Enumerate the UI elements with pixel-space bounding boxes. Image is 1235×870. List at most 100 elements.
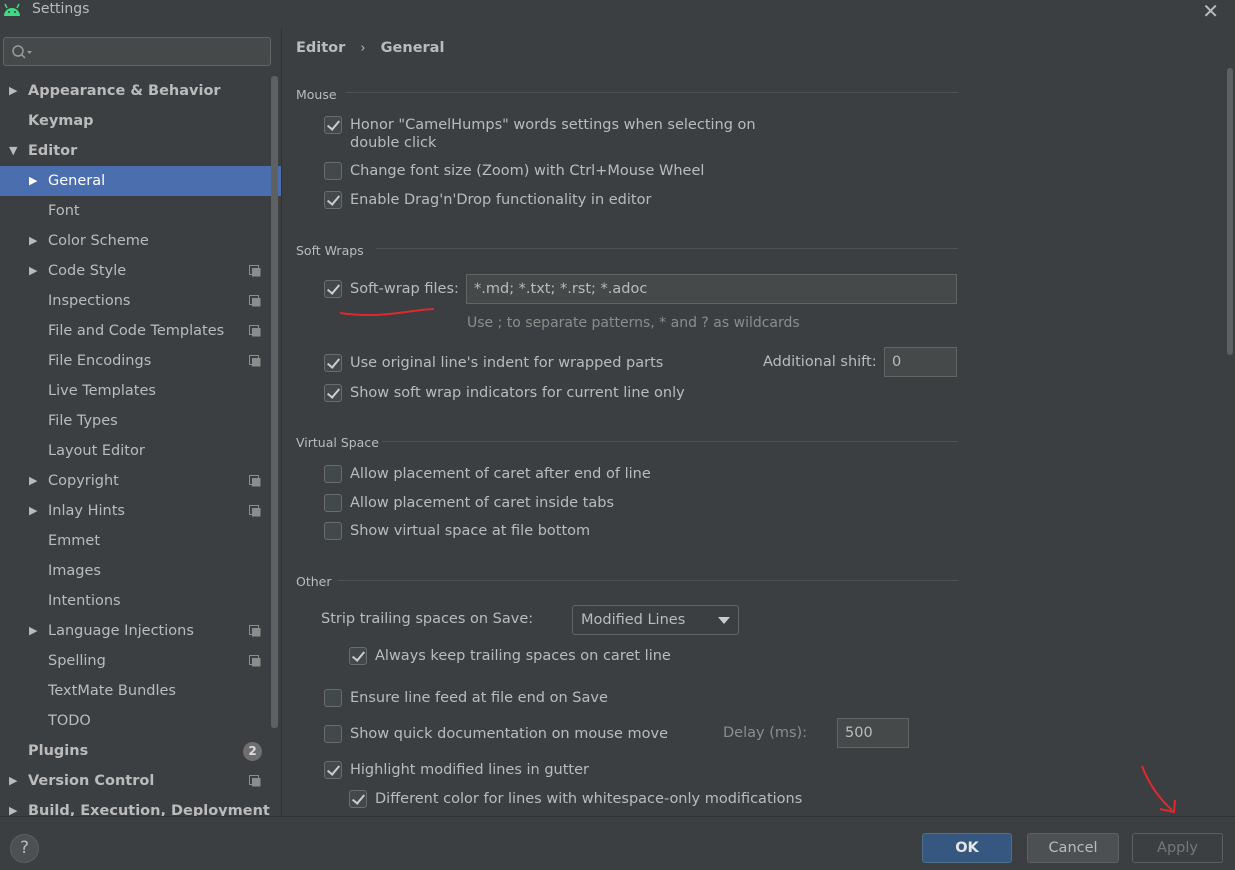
project-level-icon — [249, 355, 261, 367]
section-title-other: Other — [296, 574, 332, 589]
sidebar-item-label: TODO — [48, 713, 91, 729]
sidebar-item-code-style[interactable]: ▶ Code Style — [0, 256, 281, 286]
project-level-icon — [249, 775, 261, 787]
strip-trailing-select[interactable]: Modified Lines — [572, 605, 739, 635]
ok-button[interactable]: OK — [922, 833, 1012, 863]
sidebar-item-copyright[interactable]: ▶ Copyright — [0, 466, 281, 496]
sidebar-item-label: Images — [48, 563, 101, 579]
additional-shift-input[interactable]: 0 — [884, 347, 957, 377]
sidebar-item-plugins[interactable]: Plugins 2 — [0, 736, 281, 766]
checkbox-label: Allow placement of caret inside tabs — [350, 495, 615, 511]
sidebar-item-color-scheme[interactable]: ▶ Color Scheme — [0, 226, 281, 256]
patterns-hint: Use ; to separate patterns, * and ? as w… — [467, 315, 800, 331]
chevron-right-icon[interactable]: ▶ — [29, 226, 37, 256]
checkbox[interactable] — [324, 725, 342, 743]
sidebar-item-file-encodings[interactable]: File Encodings — [0, 346, 281, 376]
breadcrumb-parent[interactable]: Editor — [296, 40, 345, 56]
sidebar-item-textmate-bundles[interactable]: TextMate Bundles — [0, 676, 281, 706]
checkbox[interactable] — [324, 191, 342, 209]
checkbox[interactable] — [324, 162, 342, 180]
checkbox[interactable] — [324, 465, 342, 483]
sidebar-item-label: Version Control — [28, 773, 155, 789]
additional-shift-label: Additional shift: — [763, 354, 877, 370]
checkbox[interactable] — [349, 790, 367, 808]
divider — [382, 441, 958, 442]
sidebar-item-file-and-code-templates[interactable]: File and Code Templates — [0, 316, 281, 346]
sidebar-item-spelling[interactable]: Spelling — [0, 646, 281, 676]
sidebar-item-images[interactable]: Images — [0, 556, 281, 586]
chevron-right-icon[interactable]: ▶ — [29, 256, 37, 286]
sidebar-item-todo[interactable]: TODO — [0, 706, 281, 736]
sidebar-item-general[interactable]: ▶ General — [0, 166, 281, 196]
sidebar-item-editor[interactable]: ▼ Editor — [0, 136, 281, 166]
checkbox[interactable] — [349, 647, 367, 665]
search-input[interactable] — [3, 37, 271, 66]
checkbox[interactable] — [324, 761, 342, 779]
checkbox[interactable] — [324, 384, 342, 402]
chevron-right-icon[interactable]: ▶ — [29, 466, 37, 496]
sidebar-item-label: Emmet — [48, 533, 101, 549]
sidebar-item-label: Intentions — [48, 593, 121, 609]
chevron-down-icon[interactable]: ▼ — [9, 136, 17, 166]
chevron-right-icon[interactable]: ▶ — [29, 496, 37, 526]
chevron-right-icon[interactable]: ▶ — [9, 76, 17, 106]
checkbox-label: Show soft wrap indicators for current li… — [350, 385, 685, 401]
checkbox-label: Show quick documentation on mouse move — [350, 726, 669, 742]
close-icon[interactable]: ✕ — [1202, 0, 1219, 23]
sidebar-item-live-templates[interactable]: Live Templates — [0, 376, 281, 406]
checkbox-label: Always keep trailing spaces on caret lin… — [375, 648, 671, 664]
sidebar-item-layout-editor[interactable]: Layout Editor — [0, 436, 281, 466]
sidebar-item-build-execution-deployment[interactable]: ▶ Build, Execution, Deployment — [0, 796, 281, 816]
sidebar-item-appearance-behavior[interactable]: ▶ Appearance & Behavior — [0, 76, 281, 106]
checkbox[interactable] — [324, 280, 342, 298]
sidebar-scrollbar[interactable] — [271, 76, 278, 728]
divider — [346, 92, 958, 93]
arrow-annotation — [1141, 765, 1176, 814]
section-title-virtual-space: Virtual Space — [296, 435, 379, 450]
sidebar-item-inspections[interactable]: Inspections — [0, 286, 281, 316]
apply-button[interactable]: Apply — [1132, 833, 1223, 863]
title-bar: Settings ✕ — [0, 0, 1235, 23]
checkbox-label: Enable Drag'n'Drop functionality in edit… — [350, 192, 652, 208]
chevron-right-icon[interactable]: ▶ — [29, 166, 37, 196]
settings-content: Editor › General Mouse Honor "CamelHumps… — [282, 28, 1235, 816]
sidebar-item-keymap[interactable]: Keymap — [0, 106, 281, 136]
help-button[interactable]: ? — [10, 834, 39, 863]
sidebar-item-version-control[interactable]: ▶ Version Control — [0, 766, 281, 796]
sidebar-item-label: Code Style — [48, 263, 127, 279]
sidebar-item-label: Appearance & Behavior — [28, 83, 221, 99]
divider — [376, 248, 958, 249]
checkbox[interactable] — [324, 689, 342, 707]
soft-wrap-patterns-input[interactable]: *.md; *.txt; *.rst; *.adoc — [466, 274, 957, 304]
sidebar-item-file-types[interactable]: File Types — [0, 406, 281, 436]
sidebar-item-intentions[interactable]: Intentions — [0, 586, 281, 616]
sidebar-item-language-injections[interactable]: ▶ Language Injections — [0, 616, 281, 646]
chevron-right-icon[interactable]: ▶ — [9, 796, 17, 816]
delay-label: Delay (ms): — [723, 725, 808, 741]
project-level-icon — [249, 325, 261, 337]
content-scrollbar[interactable] — [1227, 68, 1233, 355]
delay-input[interactable]: 500 — [837, 718, 909, 748]
sidebar-item-label: Color Scheme — [48, 233, 149, 249]
underline-annotation — [339, 308, 435, 316]
checkbox-label: Use original line's indent for wrapped p… — [350, 355, 664, 371]
checkbox[interactable] — [324, 494, 342, 512]
sidebar-item-label: Inspections — [48, 293, 131, 309]
strip-trailing-label: Strip trailing spaces on Save: — [321, 611, 534, 627]
cancel-button[interactable]: Cancel — [1027, 833, 1119, 863]
checkbox-label: Different color for lines with whitespac… — [375, 791, 803, 807]
settings-sidebar: ▶ Appearance & Behavior Keymap ▼ Editor ▶ Gene… — [0, 28, 281, 816]
checkbox[interactable] — [324, 354, 342, 372]
project-level-icon — [249, 295, 261, 307]
sidebar-item-label: Keymap — [28, 113, 94, 129]
sidebar-item-inlay-hints[interactable]: ▶ Inlay Hints — [0, 496, 281, 526]
section-title-soft-wraps: Soft Wraps — [296, 243, 364, 258]
checkbox-label: Allow placement of caret after end of li… — [350, 466, 651, 482]
chevron-down-icon — [718, 617, 730, 624]
checkbox[interactable] — [324, 522, 342, 540]
chevron-right-icon[interactable]: ▶ — [9, 766, 17, 796]
chevron-right-icon[interactable]: ▶ — [29, 616, 37, 646]
checkbox[interactable] — [324, 116, 342, 134]
sidebar-item-emmet[interactable]: Emmet — [0, 526, 281, 556]
sidebar-item-font[interactable]: Font — [0, 196, 281, 226]
